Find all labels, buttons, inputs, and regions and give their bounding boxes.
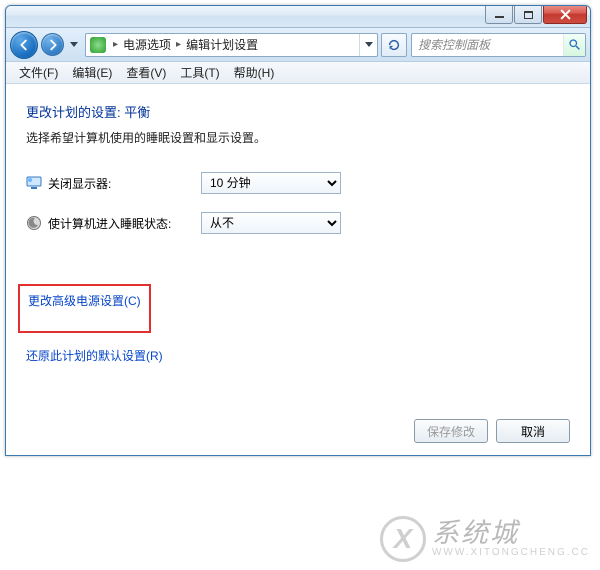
highlight-box: 更改高级电源设置(C) [18, 284, 151, 333]
save-button[interactable]: 保存修改 [414, 419, 488, 443]
links-area: 更改高级电源设置(C) 还原此计划的默认设置(R) [26, 284, 570, 380]
close-button[interactable] [543, 6, 587, 24]
monitor-icon [26, 175, 42, 191]
titlebar [6, 6, 590, 28]
minimize-button[interactable] [485, 6, 513, 24]
breadcrumb-edit-plan[interactable]: 编辑计划设置 [184, 34, 260, 56]
watermark-url: WWW.XITONGCHENG.CC [432, 547, 590, 558]
menu-file[interactable]: 文件(F) [12, 62, 65, 83]
search-placeholder: 搜索控制面板 [418, 36, 490, 53]
content-area: 更改计划的设置: 平衡 选择希望计算机使用的睡眠设置和显示设置。 关闭显示器: … [6, 84, 590, 455]
breadcrumb-power-options[interactable]: 电源选项 [121, 34, 173, 56]
address-dropdown[interactable] [359, 34, 377, 56]
moon-icon [26, 215, 42, 231]
forward-button[interactable] [41, 33, 64, 56]
refresh-button[interactable] [381, 33, 407, 57]
sleep-label: 使计算机进入睡眠状态: [48, 215, 201, 232]
maximize-button[interactable] [514, 6, 542, 24]
navigation-bar: ▸ 电源选项 ▸ 编辑计划设置 搜索控制面板 [6, 28, 590, 62]
watermark-logo: X [380, 516, 426, 562]
breadcrumb-caret-icon: ▸ [176, 39, 181, 50]
menu-tools[interactable]: 工具(T) [173, 62, 226, 83]
cancel-button[interactable]: 取消 [496, 419, 570, 443]
display-off-select[interactable]: 10 分钟 [201, 172, 341, 194]
link-advanced-settings[interactable]: 更改高级电源设置(C) [28, 292, 141, 309]
control-panel-icon [90, 37, 106, 53]
display-off-label: 关闭显示器: [48, 175, 201, 192]
menu-view[interactable]: 查看(V) [119, 62, 173, 83]
nav-history-dropdown[interactable] [67, 33, 81, 57]
back-button[interactable] [10, 31, 38, 59]
watermark: X 系统城 WWW.XITONGCHENG.CC [380, 516, 590, 562]
window-chrome: ▸ 电源选项 ▸ 编辑计划设置 搜索控制面板 文件(F) 编辑(E) 查看(V)… [5, 5, 591, 456]
row-display-off: 关闭显示器: 10 分钟 [26, 172, 570, 194]
search-input[interactable]: 搜索控制面板 [411, 33, 586, 57]
page-title: 更改计划的设置: 平衡 [26, 102, 570, 121]
menu-bar: 文件(F) 编辑(E) 查看(V) 工具(T) 帮助(H) [6, 62, 590, 84]
menu-help[interactable]: 帮助(H) [227, 62, 282, 83]
address-bar[interactable]: ▸ 电源选项 ▸ 编辑计划设置 [85, 33, 378, 57]
row-sleep: 使计算机进入睡眠状态: 从不 [26, 212, 570, 234]
search-icon[interactable] [563, 34, 585, 56]
footer-buttons: 保存修改 取消 [26, 407, 570, 443]
page-description: 选择希望计算机使用的睡眠设置和显示设置。 [26, 129, 570, 146]
watermark-text: 系统城 [432, 520, 590, 547]
link-restore-defaults[interactable]: 还原此计划的默认设置(R) [26, 347, 163, 364]
sleep-select[interactable]: 从不 [201, 212, 341, 234]
breadcrumb-caret-icon: ▸ [113, 39, 118, 50]
menu-edit[interactable]: 编辑(E) [65, 62, 119, 83]
